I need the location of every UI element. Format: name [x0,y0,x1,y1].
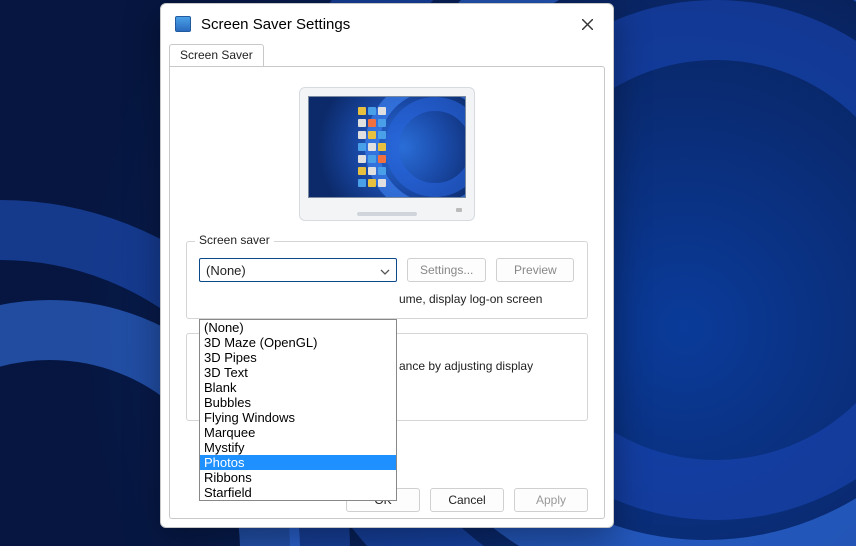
preview-button[interactable]: Preview [496,258,574,282]
chevron-down-icon [380,263,390,278]
dropdown-option[interactable]: Blank [200,380,396,395]
dropdown-option[interactable]: Starfield [200,485,396,500]
tab-screen-saver[interactable]: Screen Saver [169,44,264,66]
screensaver-selected-value: (None) [206,263,246,278]
apply-button[interactable]: Apply [514,488,588,512]
client-area: Screen Saver [161,44,613,527]
dropdown-option[interactable]: Mystify [200,440,396,455]
screen-saver-settings-dialog: Screen Saver Settings Screen Saver [160,3,614,528]
dropdown-option[interactable]: Marquee [200,425,396,440]
dropdown-option[interactable]: Bubbles [200,395,396,410]
dropdown-option[interactable]: 3D Text [200,365,396,380]
app-icon [175,16,191,32]
screensaver-combobox[interactable]: (None) [199,258,397,282]
dropdown-option[interactable]: Flying Windows [200,410,396,425]
tab-label: Screen Saver [180,48,253,62]
close-button[interactable] [571,10,603,38]
dropdown-option[interactable]: (None) [200,320,396,335]
group-screensaver-legend: Screen saver [195,233,274,247]
dropdown-option[interactable]: 3D Maze (OpenGL) [200,335,396,350]
resume-logon-text: ume, display log-on screen [199,292,575,306]
group-screensaver: Screen saver (None) Settings... Preview [186,241,588,319]
monitor-preview [299,87,475,221]
window-title: Screen Saver Settings [201,16,350,33]
dropdown-option[interactable]: 3D Pipes [200,350,396,365]
settings-button[interactable]: Settings... [407,258,486,282]
cancel-button[interactable]: Cancel [430,488,504,512]
dropdown-option[interactable]: Ribbons [200,470,396,485]
tab-panel: Screen saver (None) Settings... Preview [169,66,605,519]
close-icon [582,19,593,30]
dropdown-option[interactable]: Photos [200,455,396,470]
title-bar[interactable]: Screen Saver Settings [161,4,613,44]
screensaver-dropdown-list[interactable]: (None)3D Maze (OpenGL)3D Pipes3D TextBla… [199,319,397,501]
